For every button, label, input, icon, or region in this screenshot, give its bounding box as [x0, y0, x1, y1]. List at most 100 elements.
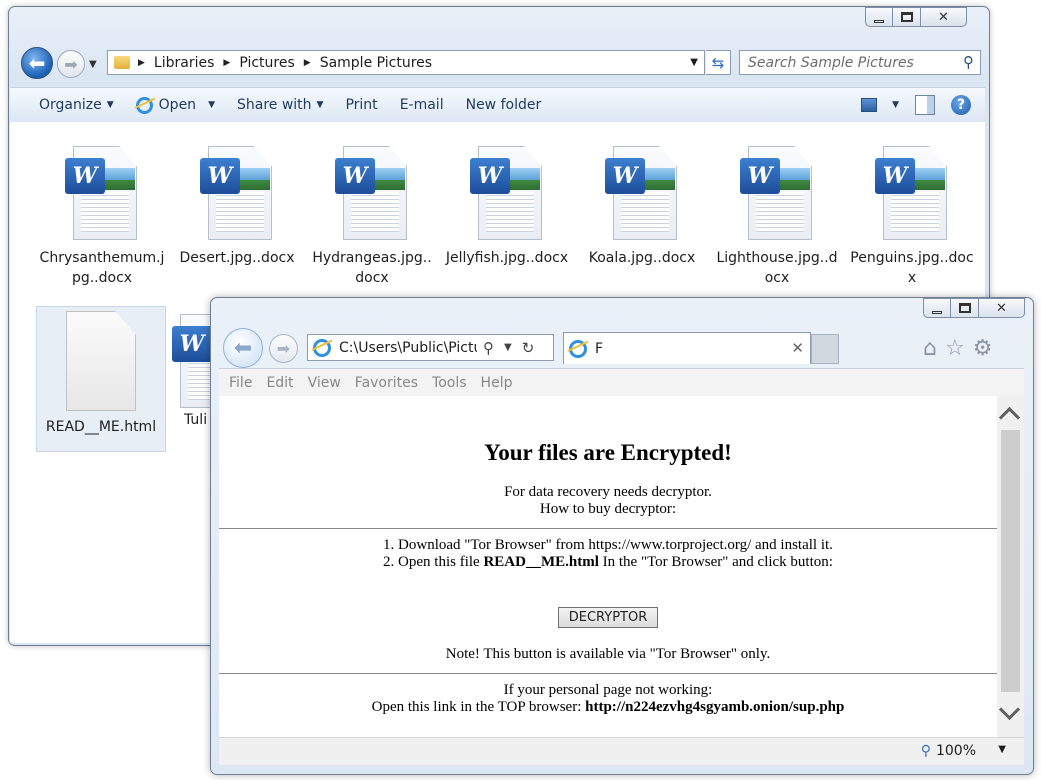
file-item[interactable]: W Lighthouse.jpg..d ocx	[712, 142, 842, 288]
vertical-scrollbar[interactable]	[997, 396, 1024, 737]
menu-edit[interactable]: Edit	[266, 375, 293, 391]
forward-arrow-icon: ➡	[64, 54, 78, 74]
back-button[interactable]: ⬅	[21, 47, 53, 79]
refresh-icon[interactable]: ↻	[522, 339, 535, 357]
organize-label: Organize	[39, 97, 102, 113]
file-item[interactable]: W Jellyfish.jpg..docx	[442, 142, 572, 268]
gear-icon[interactable]: ⚙	[973, 336, 993, 361]
refresh-icon: ⇆	[711, 53, 725, 72]
file-name: Penguins.jpg..doc	[850, 250, 974, 266]
word-document-icon: W	[470, 142, 544, 242]
zoom-dropdown-icon[interactable]: ▼	[998, 744, 1006, 755]
organize-menu[interactable]: Organize ▼	[39, 97, 114, 113]
back-arrow-icon: ⬅	[28, 51, 46, 75]
address-text[interactable]: C:\Users\Public\Pictu	[339, 340, 477, 356]
tab-close-icon[interactable]: ✕	[791, 339, 804, 357]
chevron-right-icon[interactable]: ▶	[138, 58, 145, 68]
close-button[interactable]: ✕	[979, 298, 1025, 318]
menu-help[interactable]: Help	[481, 375, 513, 391]
file-item[interactable]: W Koala.jpg..docx	[577, 142, 707, 268]
status-bar: ⚲ 100% ▼	[219, 737, 1024, 765]
internet-explorer-icon	[135, 96, 153, 114]
browser-toolbar-right: ⌂ ☆ ⚙	[923, 336, 992, 361]
scroll-up-icon[interactable]	[998, 406, 1021, 429]
address-dropdown-icon[interactable]: ▼	[690, 57, 698, 68]
decryptor-button[interactable]: DECRYPTOR	[557, 607, 659, 628]
file-name-cont: ocx	[764, 270, 790, 286]
menu-favorites[interactable]: Favorites	[355, 375, 418, 391]
zoom-control[interactable]: ⚲ 100%	[921, 743, 976, 759]
breadcrumb-sample-pictures[interactable]: Sample Pictures	[320, 55, 432, 71]
share-with-menu[interactable]: Share with ▼	[237, 97, 323, 113]
email-button[interactable]: E-mail	[400, 97, 444, 113]
open-menu[interactable]: Open ▼	[135, 96, 215, 114]
how-to-buy-text: How to buy decryptor:	[539, 501, 677, 517]
divider	[219, 673, 997, 674]
refresh-button[interactable]: ⇆	[706, 50, 731, 75]
change-view-button[interactable]: ▼	[861, 98, 899, 112]
new-tab-button[interactable]	[811, 334, 839, 364]
zoom-level: 100%	[935, 743, 976, 759]
search-icon[interactable]: ⚲	[963, 53, 974, 71]
onion-link[interactable]: http://n224ezvhg4sgyamb.onion/sup.php	[585, 699, 844, 715]
breadcrumb-libraries[interactable]: Libraries	[154, 55, 214, 71]
word-document-icon: W	[740, 142, 814, 242]
chevron-right-icon[interactable]: ▶	[223, 58, 230, 68]
maximize-icon	[958, 303, 971, 313]
file-name: Desert.jpg..docx	[179, 250, 295, 266]
file-name-cont: docx	[355, 270, 389, 286]
maximize-button[interactable]	[893, 7, 921, 27]
zoom-icon: ⚲	[920, 743, 931, 759]
forward-button[interactable]: ➡	[269, 334, 298, 363]
browser-tab[interactable]: F ✕	[563, 332, 811, 364]
scroll-down-icon[interactable]	[998, 698, 1021, 721]
file-item[interactable]: W Chrysanthemum.j pg..docx	[37, 142, 167, 288]
minimize-button[interactable]	[865, 7, 893, 27]
menu-view[interactable]: View	[308, 375, 341, 391]
instruction-step-2: 2. Open this file READ__ME.html In the "…	[219, 554, 997, 571]
page-title: Your files are Encrypted!	[484, 440, 732, 465]
word-document-icon: W	[875, 142, 949, 242]
breadcrumb-pictures[interactable]: Pictures	[239, 55, 294, 71]
dropdown-arrow-icon: ▼	[892, 100, 899, 110]
email-label: E-mail	[399, 97, 444, 113]
recent-pages-dropdown[interactable]: ▼	[89, 59, 97, 70]
address-bar[interactable]: C:\Users\Public\Pictu ⚲ ▼ ↻	[307, 334, 554, 361]
minimize-button[interactable]	[923, 298, 951, 318]
address-dropdown-icon[interactable]: ▼	[504, 342, 512, 353]
preview-pane-icon[interactable]	[915, 95, 935, 115]
file-item[interactable]: W Desert.jpg..docx	[172, 142, 302, 268]
menu-file[interactable]: File	[229, 375, 252, 391]
step-2-filename: READ__ME.html	[483, 554, 599, 570]
file-name-cont: x	[907, 270, 917, 286]
help-icon[interactable]: ?	[951, 95, 971, 115]
file-item[interactable]: W Hydrangeas.jpg.. docx	[307, 142, 437, 288]
window-controls: ✕	[923, 298, 1025, 318]
divider	[219, 528, 997, 529]
forward-button[interactable]: ➡	[57, 50, 85, 78]
maximize-button[interactable]	[951, 298, 979, 318]
close-button[interactable]: ✕	[921, 7, 967, 27]
search-input[interactable]: Search Sample Pictures ⚲	[739, 50, 981, 75]
step-2-prefix: 2. Open this file	[383, 554, 484, 570]
favorites-star-icon[interactable]: ☆	[945, 336, 965, 361]
fallback-text: If your personal page not working:	[503, 682, 713, 698]
menu-tools[interactable]: Tools	[432, 375, 467, 391]
page-icon	[313, 338, 331, 357]
print-button[interactable]: Print	[345, 97, 377, 113]
html-file-icon	[64, 311, 138, 411]
address-bar[interactable]: ▶ Libraries ▶ Pictures ▶ Sample Pictures…	[107, 50, 705, 75]
back-arrow-icon: ⬅	[233, 335, 253, 361]
back-button[interactable]: ⬅	[223, 328, 263, 368]
instruction-step-1: 1. Download "Tor Browser" from https://w…	[383, 537, 833, 553]
dropdown-arrow-icon: ▼	[316, 100, 324, 110]
file-item-selected[interactable]: READ__ME.html	[36, 306, 166, 452]
search-icon[interactable]: ⚲	[483, 339, 494, 357]
home-icon[interactable]: ⌂	[923, 336, 937, 361]
chevron-right-icon[interactable]: ▶	[304, 58, 311, 68]
view-icon	[861, 98, 878, 112]
new-folder-button[interactable]: New folder	[466, 97, 542, 113]
word-document-icon: W	[65, 142, 139, 242]
scroll-thumb[interactable]	[1001, 430, 1020, 692]
file-item[interactable]: W Penguins.jpg..doc x	[847, 142, 977, 288]
